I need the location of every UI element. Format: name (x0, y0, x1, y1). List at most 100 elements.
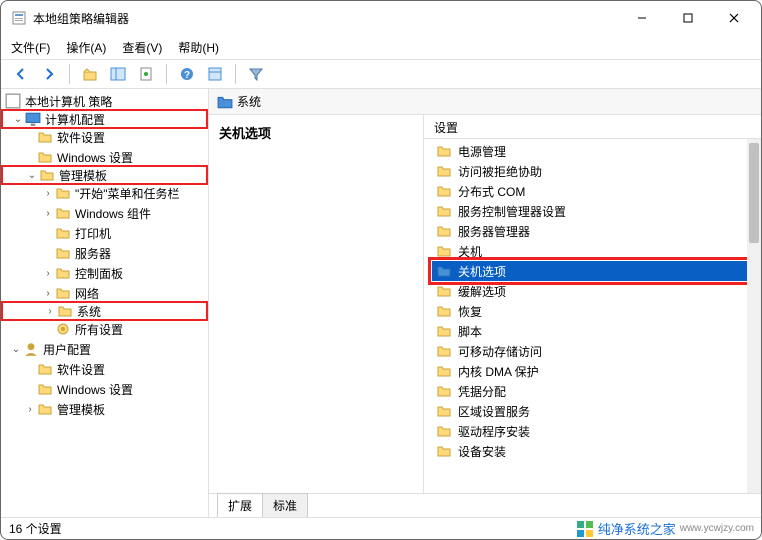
list-item-label: 关机选项 (458, 263, 506, 280)
watermark-url: www.ycwjzy.com (680, 523, 754, 534)
folder-open-icon (217, 94, 233, 110)
folder-icon (436, 363, 452, 379)
list-item[interactable]: 服务器管理器 (432, 221, 753, 241)
expand-icon[interactable]: › (23, 404, 37, 415)
folder-icon (55, 205, 71, 221)
svg-text:?: ? (184, 70, 190, 81)
tree-admin-templates[interactable]: ⌄ 管理模板 (1, 165, 208, 185)
expand-icon[interactable]: › (43, 306, 57, 317)
folder-icon (37, 361, 53, 377)
tree-user-config[interactable]: ⌄ 用户配置 (1, 339, 208, 359)
list-item[interactable]: 设备安装 (432, 441, 753, 461)
tree-all-settings[interactable]: 所有设置 (1, 319, 208, 339)
expand-icon[interactable]: › (41, 188, 55, 199)
tree-network[interactable]: › 网络 (1, 283, 208, 303)
tree-system[interactable]: › 系统 (1, 301, 208, 321)
expand-icon[interactable]: ⌄ (9, 344, 23, 355)
expand-icon[interactable]: › (41, 208, 55, 219)
expand-icon[interactable]: › (41, 268, 55, 279)
list-item-label: 恢复 (458, 303, 482, 320)
tab-standard[interactable]: 标准 (262, 493, 308, 517)
up-button[interactable] (78, 62, 102, 86)
folder-icon (55, 265, 71, 281)
menu-action[interactable]: 操作(A) (66, 39, 106, 56)
list-item[interactable]: 恢复 (432, 301, 753, 321)
back-button[interactable] (9, 62, 33, 86)
list-item[interactable]: 内核 DMA 保护 (432, 361, 753, 381)
expand-icon[interactable]: ⌄ (11, 114, 25, 125)
list-item[interactable]: 凭据分配 (432, 381, 753, 401)
toolbar-separator (166, 64, 167, 84)
show-hide-tree-button[interactable] (106, 62, 130, 86)
tab-extended[interactable]: 扩展 (217, 493, 263, 517)
tree-windows-components[interactable]: › Windows 组件 (1, 203, 208, 223)
list-item-label: 服务器管理器 (458, 223, 530, 240)
list-item[interactable]: 驱动程序安装 (432, 421, 753, 441)
scrollbar[interactable] (747, 139, 761, 493)
list-item-label: 访问被拒绝协助 (458, 163, 542, 180)
window-controls (619, 2, 757, 34)
folder-icon (37, 129, 53, 145)
folder-icon (436, 443, 452, 459)
tree-label: 本地计算机 策略 (25, 93, 112, 110)
folder-icon (55, 285, 71, 301)
export-list-button[interactable] (134, 62, 158, 86)
folder-icon (436, 143, 452, 159)
tree-control-panel[interactable]: › 控制面板 (1, 263, 208, 283)
tree-windows-settings[interactable]: Windows 设置 (1, 147, 208, 167)
menu-file[interactable]: 文件(F) (11, 39, 50, 56)
tree-computer-config[interactable]: ⌄ 计算机配置 (1, 109, 208, 129)
tree-software-settings-2[interactable]: 软件设置 (1, 359, 208, 379)
list-item[interactable]: 服务控制管理器设置 (432, 201, 753, 221)
toolbar-separator (235, 64, 236, 84)
list-item[interactable]: 区域设置服务 (432, 401, 753, 421)
policy-icon (5, 93, 21, 109)
filter-button[interactable] (244, 62, 268, 86)
tree-label: 软件设置 (57, 129, 105, 146)
minimize-button[interactable] (619, 2, 665, 34)
folder-icon (39, 167, 55, 183)
list-item[interactable]: 关机选项 (432, 261, 753, 281)
folder-icon (55, 245, 71, 261)
tree-root[interactable]: 本地计算机 策略 (1, 91, 208, 111)
tree-pane[interactable]: 本地计算机 策略 ⌄ 计算机配置 软件设置 Windows 设置 ⌄ 管理模板 (1, 89, 209, 517)
expand-icon[interactable]: ⌄ (25, 170, 39, 181)
folder-icon (436, 403, 452, 419)
menu-view[interactable]: 查看(V) (122, 39, 162, 56)
properties-button[interactable] (203, 62, 227, 86)
tree-windows-settings-2[interactable]: Windows 设置 (1, 379, 208, 399)
column-header[interactable]: 设置 (424, 115, 761, 139)
list-item[interactable]: 脚本 (432, 321, 753, 341)
scrollbar-thumb[interactable] (749, 143, 759, 243)
list-item[interactable]: 电源管理 (432, 141, 753, 161)
folder-icon (436, 263, 452, 279)
list-item[interactable]: 关机 (432, 241, 753, 261)
list-item[interactable]: 访问被拒绝协助 (432, 161, 753, 181)
window: 本地组策略编辑器 文件(F) 操作(A) 查看(V) 帮助(H) ? (0, 0, 762, 540)
list-item-label: 内核 DMA 保护 (458, 363, 539, 380)
tree-server[interactable]: 服务器 (1, 243, 208, 263)
close-button[interactable] (711, 2, 757, 34)
forward-button[interactable] (37, 62, 61, 86)
tree-printers[interactable]: 打印机 (1, 223, 208, 243)
maximize-button[interactable] (665, 2, 711, 34)
breadcrumb-label: 系统 (237, 93, 261, 110)
list-item[interactable]: 可移动存储访问 (432, 341, 753, 361)
tree-admin-templates-2[interactable]: › 管理模板 (1, 399, 208, 419)
expand-icon[interactable]: › (41, 288, 55, 299)
list-item-label: 驱动程序安装 (458, 423, 530, 440)
folder-icon (436, 183, 452, 199)
menubar: 文件(F) 操作(A) 查看(V) 帮助(H) (1, 35, 761, 59)
folder-icon (436, 383, 452, 399)
folder-icon (436, 223, 452, 239)
tabs: 扩展 标准 (209, 493, 761, 517)
help-button[interactable]: ? (175, 62, 199, 86)
tree-start-menu[interactable]: › "开始"菜单和任务栏 (1, 183, 208, 203)
list-item[interactable]: 分布式 COM (432, 181, 753, 201)
watermark: 纯净系统之家 www.ycwjzy.com (576, 519, 754, 538)
item-list: 电源管理访问被拒绝协助分布式 COM服务控制管理器设置服务器管理器关机关机选项缓… (424, 139, 761, 463)
tree-software-settings[interactable]: 软件设置 (1, 127, 208, 147)
menu-help[interactable]: 帮助(H) (178, 39, 219, 56)
list-item-label: 区域设置服务 (458, 403, 530, 420)
list-item[interactable]: 缓解选项 (432, 281, 753, 301)
